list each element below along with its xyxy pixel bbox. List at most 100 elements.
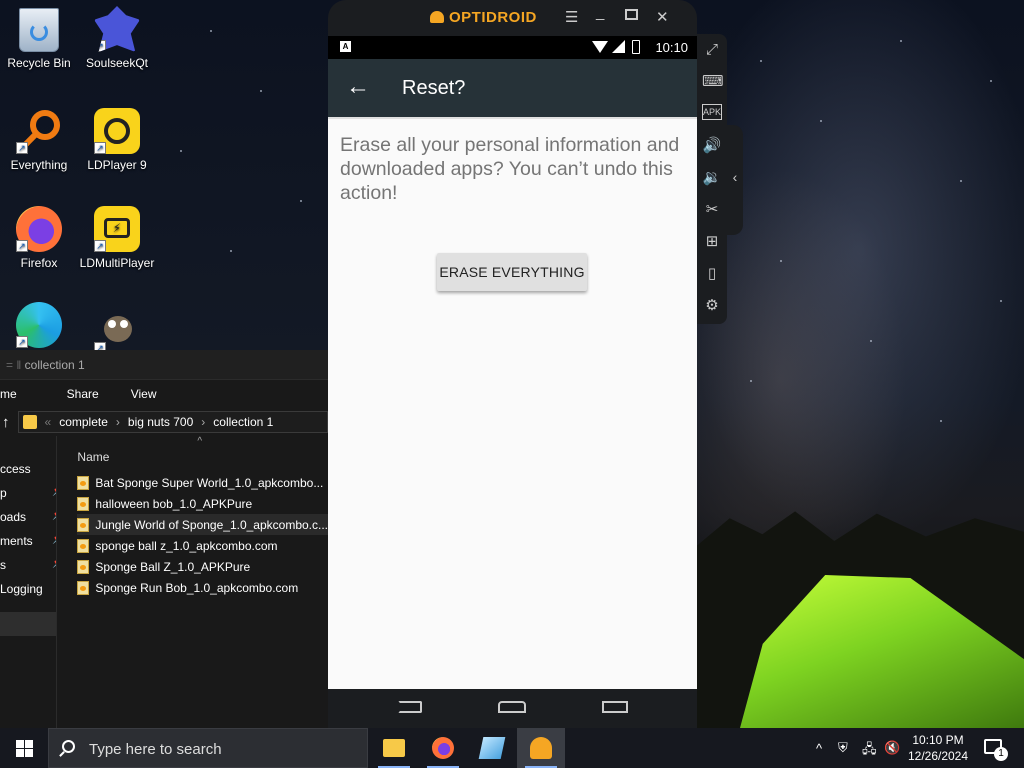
explorer-body: ccess p📌 oads📌 ments📌 s📌 Logging ^ Name … <box>0 436 328 728</box>
nav-item-logging[interactable]: Logging <box>0 582 56 606</box>
chevron-left-icon: ‹ <box>732 169 738 185</box>
keyboard-icon[interactable]: ⌨ <box>702 72 724 92</box>
explorer-address-row: ↑ « complete › big nuts 700 › collection… <box>0 408 328 436</box>
tray-network-icon[interactable]: 🖧 <box>862 740 877 762</box>
nav-item-documents[interactable]: ments📌 <box>0 534 56 558</box>
settings-gear-icon[interactable]: ⚙ <box>702 296 722 316</box>
nav-home-icon[interactable] <box>498 701 526 713</box>
nav-item-desktop[interactable]: p📌 <box>0 486 56 510</box>
emulator-brand: OPTIDROID <box>430 9 537 26</box>
notification-a-icon: A <box>340 41 351 52</box>
desktop-icon-edge[interactable]: ↗ <box>0 302 78 352</box>
desktop-icon-recycle-bin[interactable]: Recycle Bin <box>0 8 78 70</box>
volume-down-icon[interactable]: 🔉 <box>702 168 722 188</box>
breadcrumb-big-nuts-700[interactable]: big nuts 700 <box>128 415 193 429</box>
minimize-icon[interactable]: _ <box>596 4 604 21</box>
file-row[interactable]: Bat Sponge Super World_1.0_apkcombo... <box>77 472 328 493</box>
recycle-bin-icon <box>19 8 59 52</box>
clock-date: 12/26/2024 <box>907 749 969 763</box>
nav-recents-icon[interactable] <box>602 701 628 713</box>
nav-item-quick-access[interactable]: ccess <box>0 462 56 486</box>
page-title: Reset? <box>402 77 466 99</box>
everything-search-icon: ↗ <box>16 108 62 154</box>
emulator-title-bar[interactable]: OPTIDROID ☰ _ ✕ <box>328 0 697 36</box>
nav-item-selected[interactable] <box>0 612 57 636</box>
desktop-icon-everything[interactable]: ↗ Everything <box>0 108 78 172</box>
desktop-icon-soulseekqt[interactable]: ↗ SoulseekQt <box>78 6 156 70</box>
screenshot-scissors-icon[interactable]: ✂ <box>702 200 722 220</box>
breadcrumb-complete[interactable]: complete <box>59 415 108 429</box>
notepad-icon <box>478 737 506 759</box>
reset-warning-message: Erase all your personal information and … <box>340 134 680 204</box>
explorer-ribbon-tabs: me Share View <box>0 380 328 408</box>
wifi-icon <box>592 41 608 53</box>
desktop-icon-ldplayer9[interactable]: ↗ LDPlayer 9 <box>78 108 156 172</box>
sort-ascending-icon: ^ <box>197 436 203 447</box>
file-name: Sponge Run Bob_1.0_apkcombo.com <box>95 580 299 595</box>
apk-install-icon[interactable]: APK <box>702 104 722 120</box>
taskbar-optidroid[interactable] <box>517 728 565 768</box>
file-explorer-icon <box>383 739 405 757</box>
taskbar-notepad[interactable] <box>468 728 516 768</box>
nav-back-icon[interactable] <box>398 701 422 713</box>
erase-everything-button[interactable]: ERASE EVERYTHING <box>437 253 587 291</box>
nav-item-pictures[interactable]: s📌 <box>0 558 56 582</box>
shortcut-arrow-icon: ↗ <box>94 142 106 154</box>
desktop-icon-firefox[interactable]: ↗ Firefox <box>0 206 78 270</box>
ribbon-tab-share[interactable]: Share <box>67 387 99 408</box>
apk-file-icon <box>77 517 90 532</box>
file-name: halloween bob_1.0_APKPure <box>95 496 253 511</box>
shortcut-arrow-icon: ↗ <box>94 40 106 52</box>
nav-item-downloads[interactable]: oads📌 <box>0 510 56 534</box>
column-header-name[interactable]: ^ Name <box>77 436 328 472</box>
apk-file-icon <box>77 475 90 490</box>
android-logo-icon <box>430 11 444 23</box>
shake-icon[interactable]: ▯ <box>702 264 722 284</box>
status-time: 10:10 <box>655 40 688 55</box>
taskbar-search-box[interactable]: Type here to search <box>48 728 368 768</box>
ribbon-tab-home[interactable]: me <box>0 387 17 408</box>
cell-signal-icon <box>612 40 625 53</box>
up-arrow-icon[interactable]: ↑ <box>2 414 10 431</box>
tray-security-icon[interactable]: ⛨ <box>838 740 848 756</box>
shortcut-arrow-icon: ↗ <box>16 336 28 348</box>
taskbar-file-explorer[interactable] <box>370 728 418 768</box>
desktop-icon-label: SoulseekQt <box>85 56 149 70</box>
windows-start-icon[interactable] <box>16 740 33 757</box>
notification-count-badge: 1 <box>994 747 1008 761</box>
hamburger-menu-icon[interactable]: ☰ <box>565 8 578 26</box>
shortcut-arrow-icon: ↗ <box>16 240 28 252</box>
explorer-title: collection 1 <box>24 358 85 372</box>
apk-file-icon <box>77 559 90 574</box>
shortcut-arrow-icon: ↗ <box>16 142 28 154</box>
ribbon-tab-view[interactable]: View <box>131 387 157 408</box>
address-bar[interactable]: « complete › big nuts 700 › collection 1 <box>17 411 328 433</box>
search-icon <box>62 740 75 753</box>
gimp-icon: ↗ <box>94 308 140 354</box>
add-window-icon[interactable]: ⊞ <box>702 232 722 252</box>
title-separator: = ‖ <box>6 358 25 372</box>
file-list: ^ Name Bat Sponge Super World_1.0_apkcom… <box>57 436 328 728</box>
toolbar-collapse-tab[interactable]: ‹ <box>727 125 743 235</box>
shortcut-arrow-icon: ↗ <box>94 240 106 252</box>
breadcrumb-collection-1[interactable]: collection 1 <box>213 415 273 429</box>
file-row[interactable]: Sponge Run Bob_1.0_apkcombo.com <box>77 577 328 598</box>
emulator-toolbar: ⤢ ⌨ APK 🔊 🔉 ✂ ⊞ ▯ ⚙ <box>697 34 727 324</box>
fullscreen-icon[interactable]: ⤢ <box>702 40 722 60</box>
tray-overflow-chevron-icon[interactable]: ^ <box>816 741 822 756</box>
file-row[interactable]: halloween bob_1.0_APKPure <box>77 493 328 514</box>
file-row-highlighted[interactable]: Jungle World of Sponge_1.0_apkcombo.c... <box>77 514 328 535</box>
edge-icon: ↗ <box>16 302 62 348</box>
back-arrow-icon[interactable]: ← <box>346 73 370 101</box>
volume-up-icon[interactable]: 🔊 <box>702 136 722 156</box>
file-row[interactable]: Sponge Ball Z_1.0_APKPure <box>77 556 328 577</box>
desktop-icon-label: Everything <box>10 158 68 172</box>
file-name: Sponge Ball Z_1.0_APKPure <box>95 559 251 574</box>
desktop-icon-ldmultiplayer[interactable]: ⚡ ↗ LDMultiPlayer <box>78 206 156 270</box>
taskbar-clock[interactable]: 10:10 PM 12/26/2024 <box>898 732 978 764</box>
close-icon[interactable]: ✕ <box>656 8 669 26</box>
file-row[interactable]: sponge ball z_1.0_apkcombo.com <box>77 535 328 556</box>
firefox-icon: ↗ <box>16 206 62 252</box>
maximize-icon[interactable] <box>625 9 638 20</box>
taskbar-firefox[interactable] <box>419 728 467 768</box>
